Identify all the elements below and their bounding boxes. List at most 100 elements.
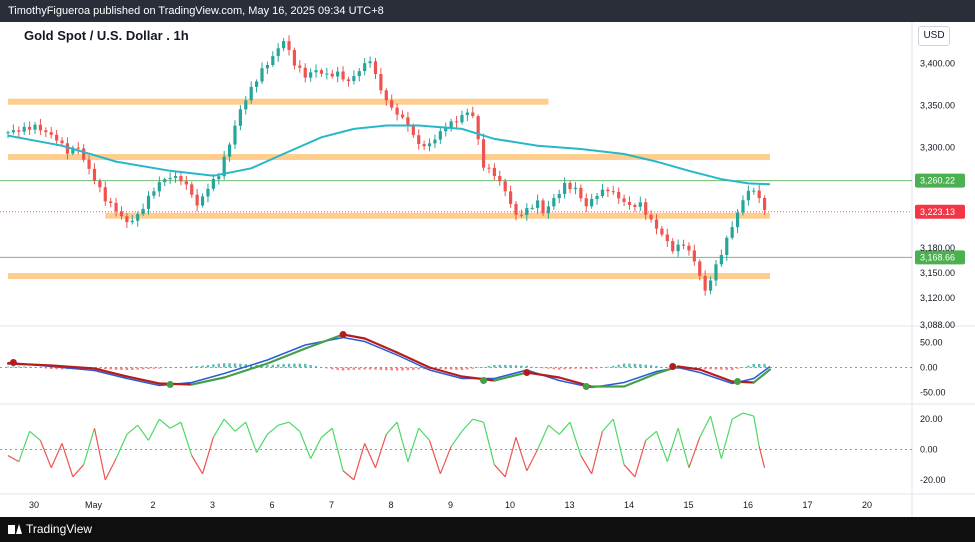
macd-histogram-bar	[158, 367, 161, 369]
macd-histogram-bar	[190, 366, 193, 368]
candle-body	[395, 107, 399, 115]
candle-body	[287, 41, 291, 51]
osc-segment	[267, 424, 279, 435]
osc-segment	[288, 421, 301, 432]
candle-body	[471, 112, 475, 117]
macd-histogram-bar	[114, 367, 118, 370]
candle-body	[698, 261, 702, 276]
osc-segment	[482, 422, 495, 465]
candle-body	[119, 211, 124, 217]
candle-body	[606, 189, 610, 192]
osc-segment	[169, 421, 182, 429]
macd-histogram-bar	[720, 367, 723, 370]
x-tick-label: 2	[150, 500, 155, 510]
candle-body	[357, 71, 361, 77]
osc-segment	[666, 428, 679, 462]
candle-body	[282, 41, 286, 49]
macd-histogram-bar	[358, 367, 361, 370]
tradingview-logo[interactable]: TradingView	[8, 522, 92, 536]
candle-body	[708, 280, 713, 291]
osc-segment	[245, 421, 258, 453]
osc-segment	[753, 416, 760, 447]
macd-histogram-bar	[547, 367, 550, 369]
osc-segment	[461, 418, 474, 432]
macd-histogram-bar	[174, 367, 177, 368]
publisher-text: TimothyFigueroa published on TradingView…	[8, 5, 384, 17]
price-tick-label: 3,088.00	[920, 320, 955, 330]
osc-segment	[731, 412, 744, 420]
x-tick-label: 13	[564, 500, 574, 510]
macd-cross-marker	[480, 377, 488, 384]
x-tick-label: 15	[683, 500, 693, 510]
macd-histogram-bar	[104, 367, 107, 369]
osc-segment	[385, 421, 398, 435]
osc-segment	[396, 422, 409, 462]
macd-histogram-bar	[444, 367, 447, 370]
macd-histogram-bar	[747, 365, 750, 368]
osc-segment	[537, 424, 549, 450]
macd-histogram-bar	[163, 367, 166, 368]
x-tick-label: 8	[388, 500, 393, 510]
candle-body	[44, 130, 48, 133]
macd-histogram-bar	[39, 367, 42, 368]
osc-tick-label: 0.00	[920, 445, 938, 455]
candle-body	[654, 219, 659, 229]
macd-histogram-bar	[277, 364, 280, 368]
osc-segment	[504, 437, 517, 477]
macd-histogram-bar	[601, 367, 604, 368]
candle-body	[735, 212, 740, 228]
candle-body	[498, 176, 502, 182]
candle-body	[573, 187, 578, 190]
macd-histogram-bar	[217, 363, 220, 368]
macd-histogram-bar	[304, 363, 307, 368]
candle-body	[103, 187, 107, 202]
osc-segment	[104, 458, 117, 481]
price-tick-label: 3,180.00	[920, 243, 955, 253]
macd-signal-segment	[525, 371, 561, 379]
candle-body	[217, 176, 221, 180]
macd-histogram-bar	[28, 366, 31, 368]
macd-cross-marker	[734, 378, 742, 385]
price-tick-label: 3,400.00	[920, 59, 955, 69]
publisher-bar: TimothyFigueroa published on TradingView…	[0, 0, 975, 22]
macd-histogram-bar	[552, 367, 556, 370]
candle-body	[341, 71, 345, 80]
candle-body	[227, 144, 232, 157]
candle-body	[595, 196, 599, 200]
chart-canvas[interactable]: 3,260.22 3,223.13 3,168.66 30 May 2 3 6 7 8 9 10 13…	[0, 22, 975, 517]
osc-segment	[742, 412, 754, 417]
candle-body	[649, 214, 653, 220]
candle-body	[508, 191, 513, 204]
osc-segment	[353, 443, 366, 481]
macd-histogram-bar	[595, 367, 599, 369]
osc-segment	[83, 428, 96, 465]
macd-histogram-bar	[320, 367, 323, 368]
osc-segment	[548, 424, 560, 435]
candle-body	[38, 124, 43, 131]
candle-body	[719, 254, 723, 265]
osc-segment	[688, 437, 701, 468]
osc-segment	[278, 421, 290, 426]
candle-body	[233, 125, 237, 145]
candle-body	[579, 187, 583, 199]
candle-body	[676, 244, 680, 252]
candle-body	[487, 167, 491, 169]
currency-button[interactable]: USD	[918, 26, 950, 46]
macd-histogram-bar	[503, 364, 507, 368]
candle-body	[660, 228, 664, 235]
macd-histogram-bar	[206, 365, 210, 368]
x-tick-label: 30	[29, 500, 39, 510]
candle-body	[87, 159, 91, 169]
candle-body	[557, 193, 561, 199]
candle-body	[492, 167, 496, 177]
candle-body	[28, 126, 32, 130]
candle-body	[276, 48, 280, 57]
brand-label: TradingView	[26, 522, 93, 536]
macd-histogram-bar	[23, 366, 26, 368]
macd-histogram-bar	[752, 363, 755, 368]
x-tick-label: 3	[210, 500, 215, 510]
osc-segment	[191, 455, 204, 475]
macd-histogram-bar	[228, 363, 231, 368]
x-tick-label: 7	[329, 500, 334, 510]
macd-histogram-bar	[152, 367, 156, 369]
